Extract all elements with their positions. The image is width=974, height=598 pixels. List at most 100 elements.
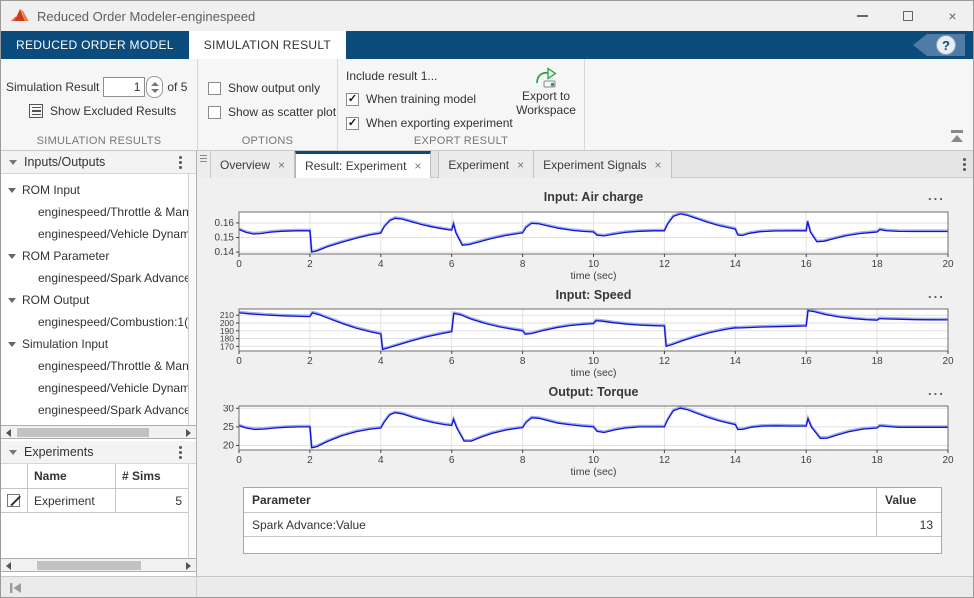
tree-item-enginespeed-throttle-manif[interactable]: enginespeed/Throttle & Manif (1, 355, 189, 377)
tree-item-enginespeed-vehicle-dynami[interactable]: enginespeed/Vehicle Dynami (1, 377, 189, 399)
svg-text:18: 18 (872, 259, 884, 270)
svg-text:0: 0 (236, 455, 242, 466)
scroll-left-icon[interactable] (6, 562, 11, 570)
param-value-cell[interactable]: 13 (877, 513, 941, 536)
tab-close-icon[interactable]: × (414, 159, 421, 173)
experiments-vertical-scrollbar[interactable] (188, 464, 196, 558)
param-name-cell[interactable]: Spark Advance:Value (244, 513, 877, 536)
experiments-horizontal-scrollbar[interactable] (1, 558, 196, 572)
scrollbar-thumb[interactable] (37, 561, 141, 570)
svg-text:0.14: 0.14 (215, 247, 235, 258)
checkbox-icon[interactable] (208, 106, 221, 119)
svg-text:14: 14 (730, 259, 742, 270)
stepper-down-icon[interactable] (151, 89, 159, 93)
experiments-row[interactable]: Experiment5 (1, 489, 189, 513)
experiments-panel-header[interactable]: Experiments (1, 441, 196, 464)
tree-item-enginespeed-combustion-1-t[interactable]: enginespeed/Combustion:1(T (1, 311, 189, 333)
doc-tab-overview[interactable]: Overview× (211, 151, 295, 178)
plot-menu-torque[interactable]: ... (928, 387, 945, 395)
show-as-scatter-plot-checkbox[interactable]: Show as scatter plot (208, 105, 336, 119)
svg-text:0: 0 (236, 259, 242, 270)
pencil-icon[interactable] (7, 494, 20, 507)
svg-text:18: 18 (872, 455, 884, 466)
plot-speed[interactable]: 02468101214161820170180190200210time (se… (210, 308, 962, 378)
scroll-right-icon[interactable] (186, 429, 191, 437)
expander-icon[interactable] (8, 342, 16, 347)
close-icon[interactable]: × (930, 1, 974, 31)
svg-text:20: 20 (942, 455, 954, 466)
doc-tab-result-experiment[interactable]: Result: Experiment× (295, 151, 431, 178)
expander-icon[interactable] (8, 254, 16, 259)
experiment-edit-cell[interactable] (1, 489, 28, 512)
plot-torque[interactable]: 02468101214161820202530time (sec) (210, 405, 962, 477)
doc-tab-experiment-signals[interactable]: Experiment Signals× (534, 151, 671, 178)
experiments-title: Experiments (24, 445, 93, 459)
experiment-sims-cell[interactable]: 5 (116, 489, 189, 512)
tab-bar-kebab-icon[interactable] (963, 158, 966, 161)
stepper-up-icon[interactable] (151, 82, 159, 86)
expander-icon[interactable] (8, 188, 16, 193)
expander-icon[interactable] (8, 298, 16, 303)
tree-item-enginespeed-spark-advance[interactable]: enginespeed/Spark Advance: (1, 267, 189, 289)
tab-close-icon[interactable]: × (517, 158, 524, 172)
svg-text:2: 2 (307, 259, 313, 270)
when-training-model-checkbox[interactable]: ✓ When training model (346, 92, 476, 106)
show-output-only-checkbox[interactable]: Show output only (208, 81, 320, 95)
scrollbar-thumb[interactable] (17, 428, 149, 437)
experiments-table: Name# SimsExperiment5 (1, 464, 189, 558)
when-exporting-experiment-checkbox[interactable]: ✓ When exporting experiment (346, 116, 513, 130)
maximize-icon[interactable] (885, 1, 930, 31)
svg-text:6: 6 (449, 356, 455, 367)
tree-item-label: enginespeed/Throttle & Manif (38, 359, 189, 373)
ribbon-tab-reduced-order-model[interactable]: REDUCED ORDER MODEL (1, 31, 189, 59)
title-bar: Reduced Order Modeler-enginespeed × (1, 1, 974, 31)
sidebar: Inputs/Outputs ROM Inputenginespeed/Thro… (1, 151, 197, 576)
tree-item-enginespeed-spark-advance[interactable]: enginespeed/Spark Advance: (1, 399, 189, 421)
experiment-name-cell[interactable]: Experiment (28, 489, 116, 512)
checkbox-icon[interactable]: ✓ (346, 117, 359, 130)
export-to-workspace-button[interactable]: Export to Workspace (510, 67, 582, 117)
svg-text:12: 12 (659, 455, 671, 466)
kebab-menu-icon[interactable] (179, 156, 182, 159)
svg-text:time (sec): time (sec) (570, 270, 616, 281)
help-button[interactable]: ? (913, 34, 965, 56)
plot-air-charge[interactable]: 024681012141618200.140.150.16time (sec) (210, 211, 962, 281)
svg-text:8: 8 (520, 356, 526, 367)
tab-close-icon[interactable]: × (655, 158, 662, 172)
tree-group-rom-input[interactable]: ROM Input (1, 179, 189, 201)
svg-text:0: 0 (236, 356, 242, 367)
minimize-icon[interactable] (840, 1, 885, 31)
tree-group-rom-output[interactable]: ROM Output (1, 289, 189, 311)
checkbox-icon[interactable]: ✓ (346, 93, 359, 106)
tree-group-rom-parameter[interactable]: ROM Parameter (1, 245, 189, 267)
simulation-result-input[interactable]: 1 (103, 77, 145, 97)
plot-menu-air-charge[interactable]: ... (928, 192, 945, 200)
export-arrow-icon (533, 67, 559, 89)
collapse-panel-left-icon[interactable] (9, 581, 23, 595)
tree-vertical-scrollbar[interactable] (188, 174, 196, 425)
document-actions-icon[interactable] (197, 151, 211, 178)
tab-close-icon[interactable]: × (278, 158, 285, 172)
doc-tab-experiment[interactable]: Experiment× (438, 151, 534, 178)
plot-menu-speed[interactable]: ... (928, 290, 945, 298)
parameter-row[interactable]: Spark Advance:Value13 (244, 513, 941, 537)
collapse-panel-icon[interactable] (9, 450, 17, 455)
svg-text:6: 6 (449, 259, 455, 270)
collapse-panel-icon[interactable] (9, 160, 17, 165)
collapse-ribbon-icon[interactable] (948, 130, 966, 144)
show-excluded-results-button[interactable]: Show Excluded Results (29, 104, 176, 118)
tree-item-enginespeed-vehicle-dynami[interactable]: enginespeed/Vehicle Dynami (1, 223, 189, 245)
tree-item-enginespeed-throttle-manif[interactable]: enginespeed/Throttle & Manif (1, 201, 189, 223)
simulation-result-stepper[interactable] (146, 76, 163, 98)
svg-text:20: 20 (942, 356, 954, 367)
inputs-outputs-panel-header[interactable]: Inputs/Outputs (1, 151, 196, 174)
tree-group-simulation-input[interactable]: Simulation Input (1, 333, 189, 355)
simulation-result-label: Simulation Result (6, 80, 99, 94)
ribbon-tab-simulation-result[interactable]: SIMULATION RESULT (189, 31, 346, 59)
tree-horizontal-scrollbar[interactable] (1, 425, 196, 439)
tree-item-label: enginespeed/Vehicle Dynami (38, 381, 189, 395)
scroll-right-icon[interactable] (186, 562, 191, 570)
checkbox-icon[interactable] (208, 82, 221, 95)
kebab-menu-icon[interactable] (179, 446, 182, 449)
scroll-left-icon[interactable] (6, 429, 11, 437)
